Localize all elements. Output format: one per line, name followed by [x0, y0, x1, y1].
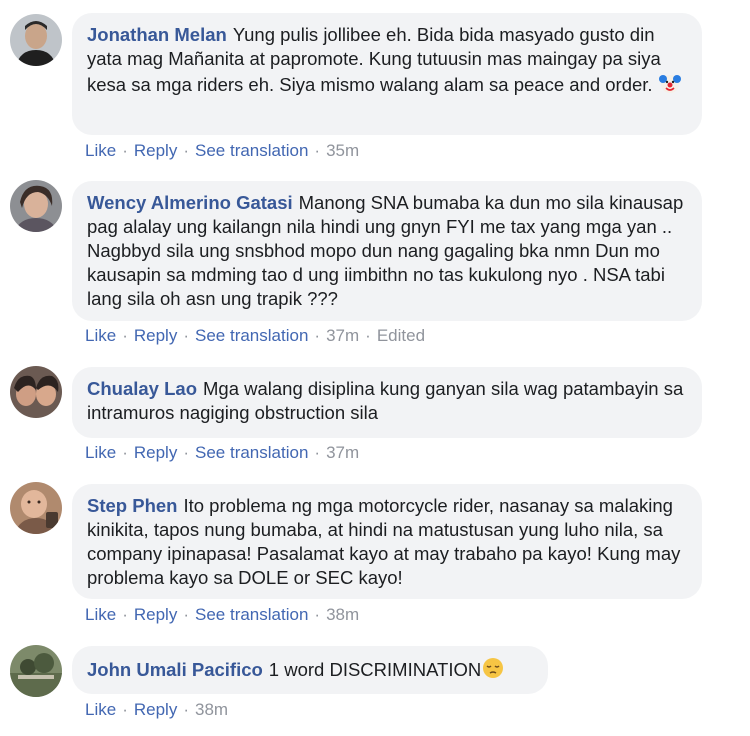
comment-bubble: Jonathan Melan Yung pulis jollibee eh. Bi… [72, 13, 702, 135]
comment-author[interactable]: Wency Almerino Gatasi [87, 192, 293, 213]
see-translation-link[interactable]: See translation [195, 605, 308, 624]
comment-author[interactable]: Step Phen [87, 495, 177, 516]
avatar-photo [10, 180, 62, 232]
avatar[interactable] [10, 180, 62, 232]
avatar-photo [10, 366, 62, 418]
comment-bubble: Chualay Lao Mga walang disiplina kung gan… [72, 367, 702, 438]
reply-link[interactable]: Reply [134, 326, 177, 345]
separator-dot: · [183, 326, 189, 345]
pensive-face-icon [481, 656, 505, 686]
separator-dot: · [183, 141, 189, 160]
comment-actions: Like · Reply · See translation · 35m [85, 141, 359, 161]
comment-author[interactable]: Chualay Lao [87, 378, 197, 399]
separator-dot: · [314, 443, 321, 462]
edited-label[interactable]: Edited [377, 326, 425, 345]
comment-author[interactable]: John Umali Pacifico [87, 659, 263, 680]
clown-face-icon [658, 71, 682, 101]
separator-dot: · [314, 141, 321, 160]
comment-bubble: Wency Almerino Gatasi Manong SNA bumaba k… [72, 181, 702, 321]
like-link[interactable]: Like [85, 326, 116, 345]
avatar[interactable] [10, 14, 62, 66]
comment-actions: Like · Reply · See translation · 37m [85, 443, 359, 463]
see-translation-link[interactable]: See translation [195, 141, 308, 160]
comment-actions: Like · Reply · 38m [85, 700, 228, 720]
avatar-photo [10, 14, 62, 66]
comment-timestamp[interactable]: 38m [195, 700, 228, 719]
reply-link[interactable]: Reply [134, 700, 177, 719]
comment-text: 1 word DISCRIMINATION [268, 659, 482, 680]
like-link[interactable]: Like [85, 443, 116, 462]
comment-bubble: Step Phen Ito problema ng mga motorcycle … [72, 484, 702, 599]
comment-timestamp[interactable]: 38m [326, 605, 359, 624]
like-link[interactable]: Like [85, 141, 116, 160]
reply-link[interactable]: Reply [134, 141, 177, 160]
comment-timestamp[interactable]: 35m [326, 141, 359, 160]
separator-dot: · [183, 443, 189, 462]
separator-dot: · [122, 326, 128, 345]
comment-timestamp[interactable]: 37m [326, 326, 359, 345]
separator-dot: · [314, 326, 321, 345]
avatar[interactable] [10, 482, 62, 534]
see-translation-link[interactable]: See translation [195, 326, 308, 345]
separator-dot: · [122, 141, 128, 160]
like-link[interactable]: Like [85, 605, 116, 624]
like-link[interactable]: Like [85, 700, 116, 719]
separator-dot: · [122, 605, 128, 624]
comment-timestamp[interactable]: 37m [326, 443, 359, 462]
comment-bubble: John Umali Pacifico 1 word DISCRIMINATION [72, 646, 548, 694]
separator-dot: · [183, 700, 189, 719]
reply-link[interactable]: Reply [134, 443, 177, 462]
reply-link[interactable]: Reply [134, 605, 177, 624]
avatar[interactable] [10, 366, 62, 418]
avatar[interactable] [10, 645, 62, 697]
separator-dot: · [365, 326, 371, 345]
see-translation-link[interactable]: See translation [195, 443, 308, 462]
comment-actions: Like · Reply · See translation · 38m [85, 605, 359, 625]
comment-actions: Like · Reply · See translation · 37m · Edited [85, 326, 425, 346]
avatar-photo [10, 645, 62, 697]
comment-author[interactable]: Jonathan Melan [87, 24, 227, 45]
separator-dot: · [314, 605, 321, 624]
separator-dot: · [122, 700, 128, 719]
separator-dot: · [122, 443, 128, 462]
avatar-photo [10, 482, 62, 534]
separator-dot: · [183, 605, 189, 624]
